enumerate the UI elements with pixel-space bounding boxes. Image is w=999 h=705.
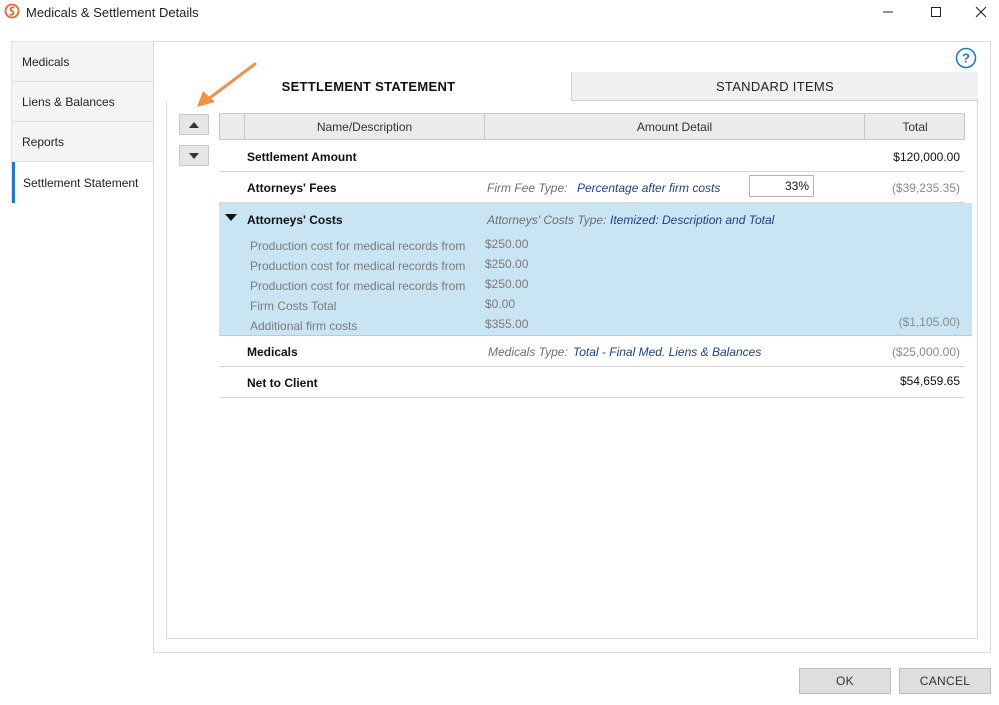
move-down-button[interactable] — [179, 145, 209, 166]
row-label: Attorneys' Costs — [247, 213, 343, 227]
tab-label: STANDARD ITEMS — [715, 78, 835, 94]
annotation-arrow-icon — [197, 62, 257, 107]
sidebar-item-label: Liens & Balances — [22, 94, 115, 109]
sidebar-item-label: Medicals — [22, 54, 70, 69]
row-total: $54,659.65 — [899, 374, 960, 388]
cost-item-amount: $250.00 — [485, 257, 529, 271]
column-header-amount-detail[interactable]: Amount Detail — [484, 114, 864, 139]
cost-item-description: Production cost for medical records from — [250, 279, 466, 293]
row-total: ($25,000.00) — [891, 345, 960, 359]
sidebar-item-settlement-statement[interactable]: Settlement Statement — [12, 162, 155, 203]
row-label: Attorneys' Fees — [247, 181, 337, 195]
cost-item-description: Firm Costs Total — [250, 299, 337, 313]
cost-item-description: Production cost for medical records from — [250, 259, 466, 273]
maximize-button[interactable] — [914, 0, 958, 24]
sidebar-item-medicals[interactable]: Medicals — [12, 42, 154, 82]
app-logo-icon — [4, 3, 20, 19]
table-row-medicals[interactable]: Medicals Medicals Type: Total - Final Me… — [219, 336, 965, 367]
fee-type-value[interactable]: Percentage after firm costs — [577, 181, 720, 195]
table-row-attorneys-costs[interactable]: Attorneys' Costs Attorneys' Costs Type: … — [219, 203, 972, 336]
tab-standard-items[interactable]: STANDARD ITEMS — [572, 72, 978, 101]
row-label: Net to Client — [247, 376, 318, 390]
cost-item-amount: $355.00 — [485, 317, 529, 331]
ok-button[interactable]: OK — [799, 668, 891, 694]
sidebar-item-reports[interactable]: Reports — [12, 122, 154, 162]
svg-text:?: ? — [962, 51, 970, 66]
row-total: $120,000.00 — [893, 150, 960, 164]
window-title: Medicals & Settlement Details — [26, 5, 199, 20]
row-total: ($1,105.00) — [898, 315, 960, 329]
cost-item-amount: $250.00 — [485, 237, 529, 251]
table-header: Name/Description Amount Detail Total — [219, 113, 965, 140]
column-header-name[interactable]: Name/Description — [244, 114, 484, 139]
sidebar-nav: Medicals Liens & Balances Reports Settle… — [11, 41, 155, 203]
table-row-attorneys-fees[interactable]: Attorneys' Fees Firm Fee Type: Percentag… — [219, 172, 965, 203]
cancel-button[interactable]: CANCEL — [899, 668, 991, 694]
cost-item-description: Additional firm costs — [250, 319, 358, 333]
table-row-settlement-amount[interactable]: Settlement Amount $120,000.00 — [219, 141, 965, 172]
cost-item-amount: $250.00 — [485, 277, 529, 291]
medicals-type-value[interactable]: Total - Final Med. Liens & Balances — [573, 345, 761, 359]
cost-item-amount: $0.00 — [485, 297, 516, 311]
sidebar-item-label: Settlement Statement — [23, 175, 139, 190]
maximize-icon — [931, 7, 941, 17]
help-button[interactable]: ? — [955, 47, 977, 69]
title-bar: Medicals & Settlement Details — [0, 0, 999, 28]
costs-type-value[interactable]: Itemized: Description and Total — [610, 213, 774, 227]
close-icon — [975, 6, 987, 18]
collapse-triangle-icon[interactable] — [225, 214, 237, 221]
row-total: ($39,235.35) — [891, 181, 960, 195]
move-up-button[interactable] — [179, 114, 209, 135]
triangle-up-icon — [189, 121, 199, 128]
tab-label: SETTLEMENT STATEMENT — [281, 79, 456, 94]
sidebar-item-label: Reports — [22, 134, 65, 149]
sidebar-item-liens-balances[interactable]: Liens & Balances — [12, 82, 154, 122]
row-label: Medicals — [247, 345, 298, 359]
table-row-net-to-client[interactable]: Net to Client $54,659.65 — [219, 367, 965, 398]
row-label: Settlement Amount — [247, 150, 357, 164]
column-header-total[interactable]: Total — [864, 114, 965, 139]
medicals-type-label: Medicals Type: — [488, 345, 568, 359]
close-button[interactable] — [959, 0, 999, 24]
minimize-icon — [883, 11, 893, 13]
fee-percent-input[interactable]: 33% — [749, 175, 814, 197]
cost-item-description: Production cost for medical records from — [250, 239, 466, 253]
costs-type-label: Attorneys' Costs Type: — [487, 213, 607, 227]
fee-type-label: Firm Fee Type: — [487, 181, 568, 195]
minimize-button[interactable] — [866, 0, 910, 24]
settlement-dialog: Medicals & Settlement Details Medicals L… — [0, 0, 999, 705]
triangle-down-icon — [189, 152, 199, 159]
help-icon: ? — [955, 47, 977, 69]
